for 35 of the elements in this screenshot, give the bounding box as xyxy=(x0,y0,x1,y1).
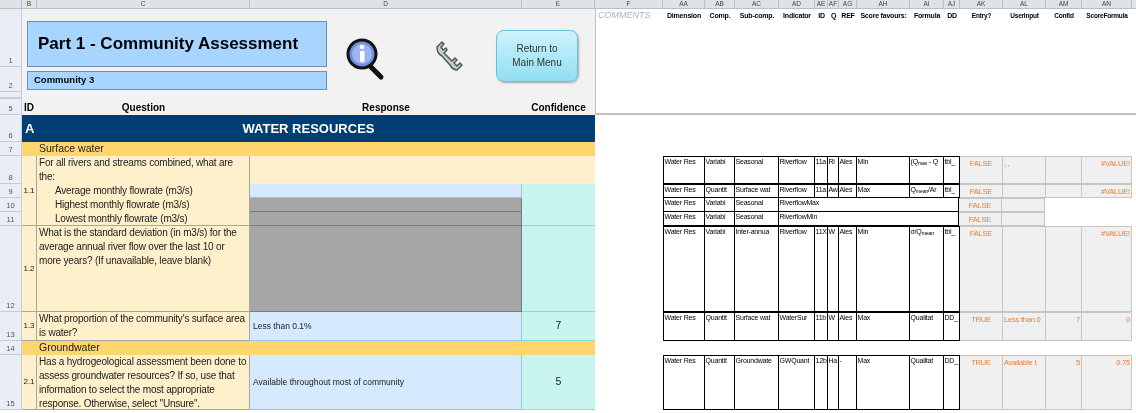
return-to-main-menu-button[interactable]: Return to Main Menu xyxy=(496,30,578,82)
column-heading: Confidence xyxy=(530,101,587,115)
section-title: WATER RESOURCES xyxy=(241,119,376,138)
question-text: Has a hydrogeological assessment been done to assess groundwater resources? If so, use that information to select the most appropriate response. Otherwise, select "Unsure". xyxy=(37,355,250,410)
question-id: 1.3 xyxy=(22,312,37,341)
table-cell xyxy=(1002,212,1045,226)
question-id: 2.1 xyxy=(22,355,37,410)
page-title: Part 1 - Community Assessment xyxy=(27,21,327,67)
response-field[interactable]: Less than 0.1% xyxy=(250,312,522,341)
subsection-title: Surface water xyxy=(39,141,104,157)
comments-label: COMMENTS xyxy=(597,9,652,22)
question-text: Average monthly flowrate (m3/s) xyxy=(37,184,250,198)
confidence-cell: 7 xyxy=(522,312,595,341)
question-id: 1.2 xyxy=(22,226,37,312)
table-cell xyxy=(1046,184,1082,198)
response-field[interactable]: Available throughout most of community xyxy=(250,355,522,410)
column-heading: ID xyxy=(23,101,35,115)
confidence-cell: 5 xyxy=(522,355,595,410)
table-cell xyxy=(1003,184,1046,198)
response-field[interactable] xyxy=(250,184,522,198)
column-heading: Question xyxy=(120,101,167,115)
question-text: Highest monthly flowrate (m3/s) xyxy=(37,198,250,212)
question-id: 1.1 xyxy=(22,156,37,226)
question-text: For all rivers and streams combined, what are the: xyxy=(37,156,250,184)
column-heading: Response xyxy=(361,101,411,115)
question-text: What proportion of the community's surface area is water? xyxy=(37,312,250,341)
question-text: What is the standard deviation (in m3/s) for the average annual river flow over the last 10 or more years? (If unavailable, leave blank) xyxy=(37,226,250,312)
table-cell xyxy=(1046,156,1082,184)
subsection-title: Groundwater xyxy=(39,340,100,356)
table-cell xyxy=(1002,198,1045,212)
question-text: Lowest monthly flowrate (m3/s) xyxy=(37,212,250,226)
wrench-icon[interactable] xyxy=(433,40,465,72)
section-id: A xyxy=(24,119,36,138)
community-name: Community 3 xyxy=(27,71,327,90)
info-magnifier-icon[interactable] xyxy=(345,37,385,81)
